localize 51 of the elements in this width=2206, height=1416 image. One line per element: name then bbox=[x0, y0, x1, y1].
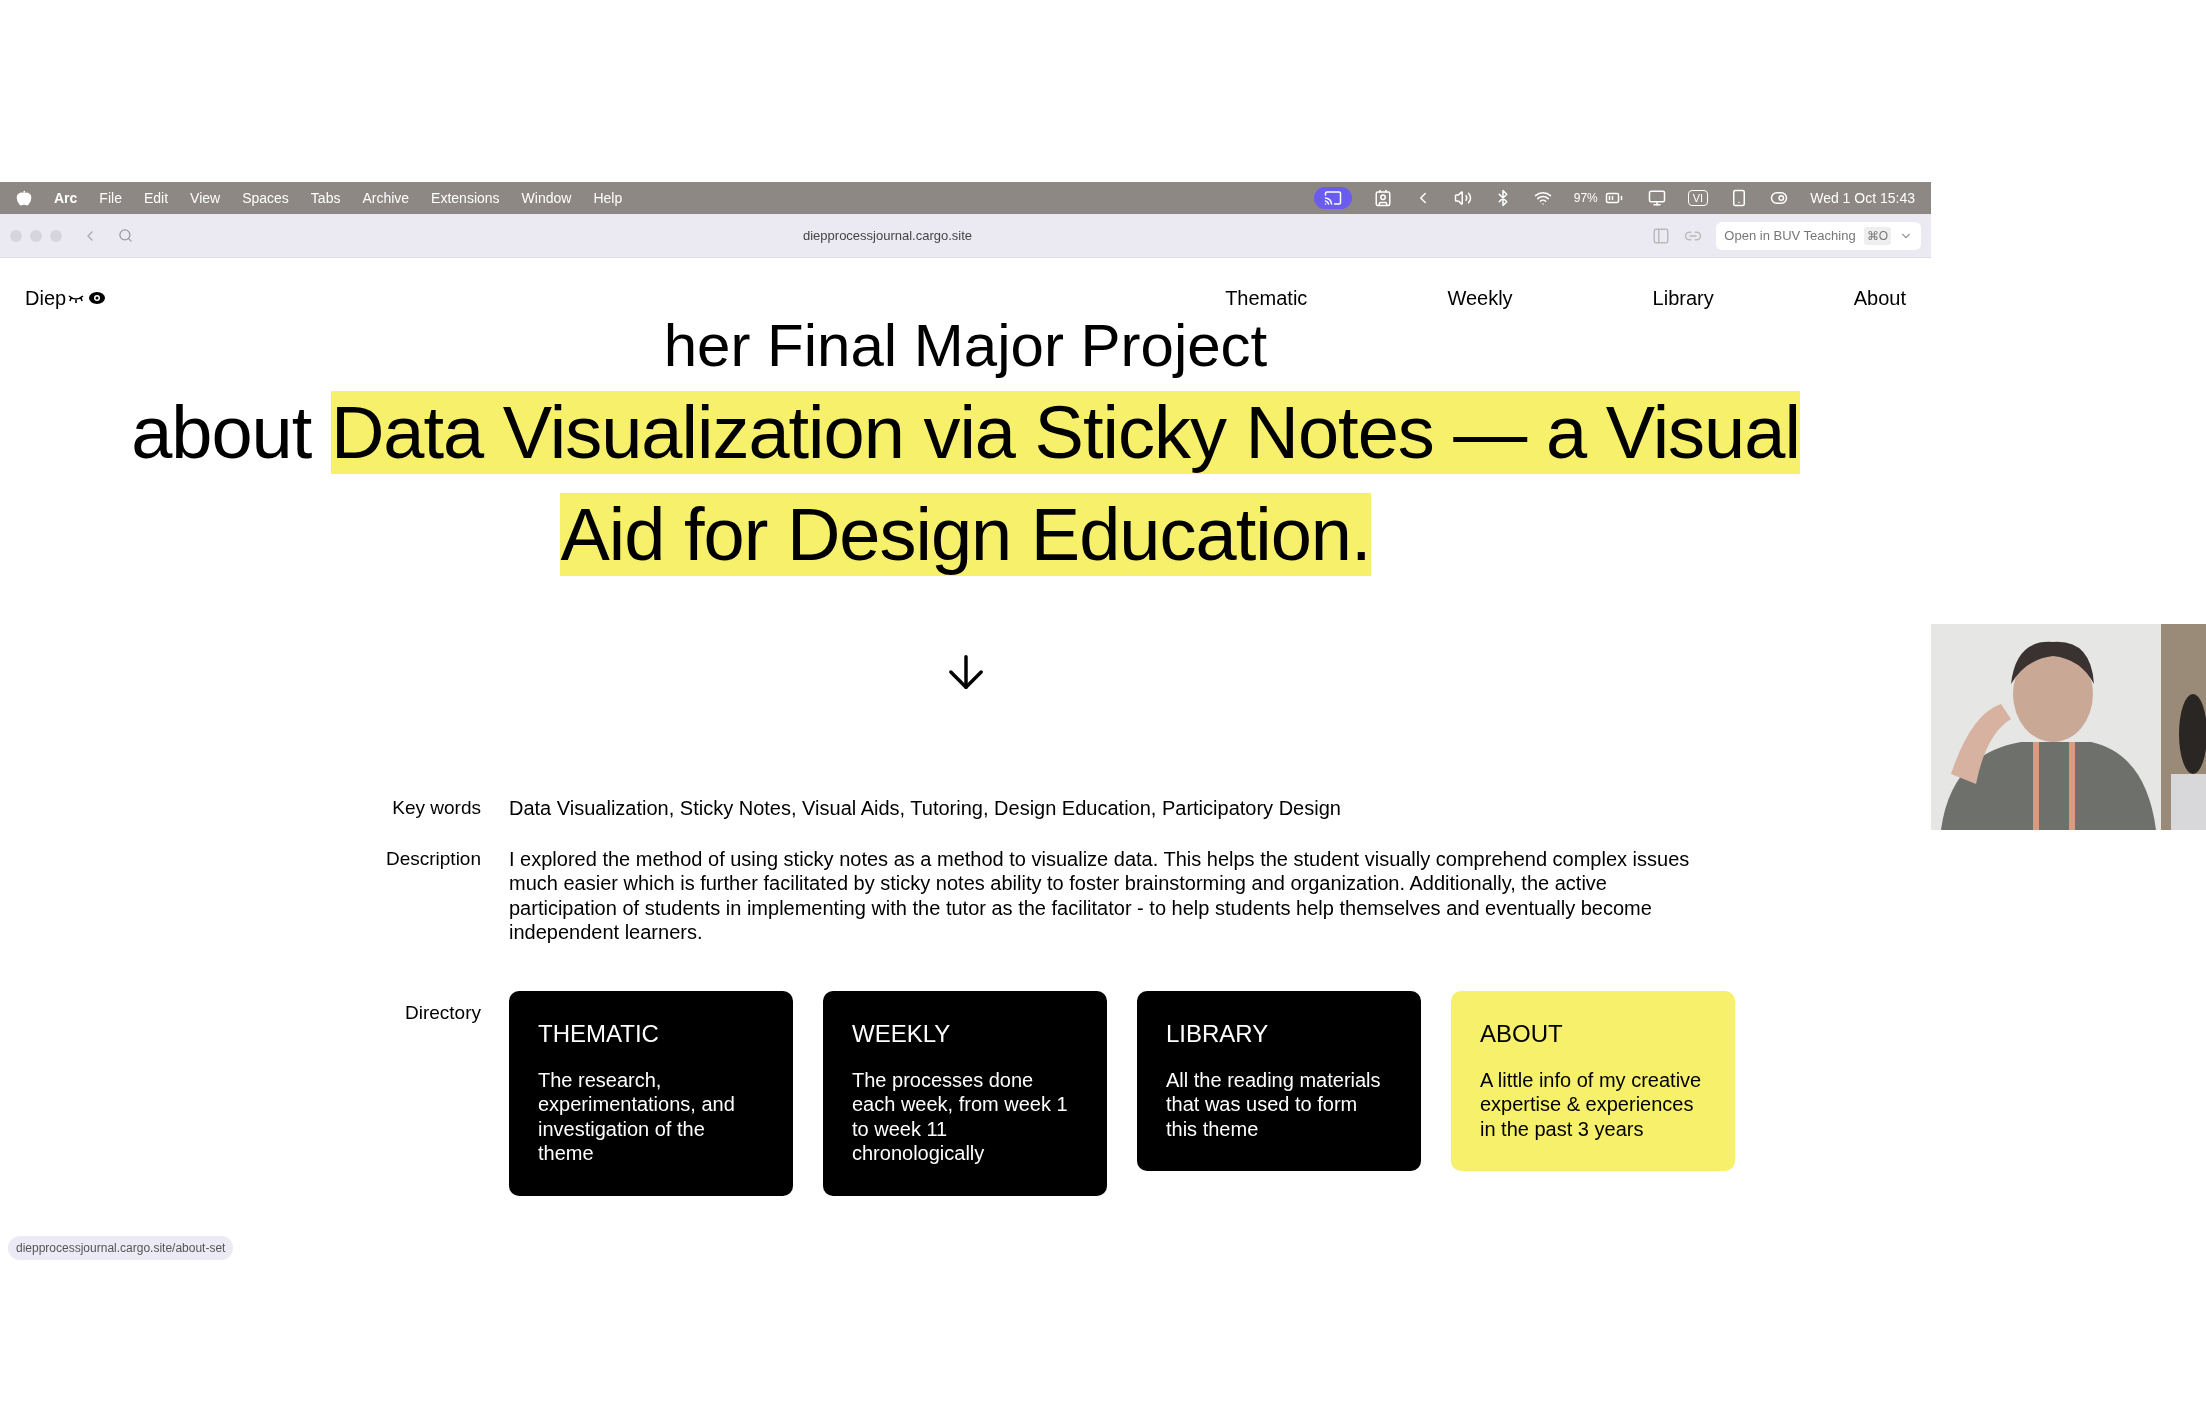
field-label: Description bbox=[384, 846, 481, 871]
search-icon[interactable] bbox=[118, 228, 133, 243]
menu-item[interactable]: Window bbox=[521, 187, 572, 209]
menu-item[interactable]: File bbox=[99, 187, 122, 209]
directory-card[interactable]: LIBRARY All the reading materials that was used to form this theme bbox=[1137, 990, 1421, 1171]
nav-link[interactable]: Weekly bbox=[1447, 283, 1513, 313]
link-preview-url: diepprocessjournal.cargo.site/about-set bbox=[8, 1236, 234, 1260]
card-title: WEEKLY bbox=[852, 1018, 952, 1049]
open-in-label: Open in BUV Teaching bbox=[1724, 226, 1856, 245]
screen-share-status[interactable] bbox=[1313, 187, 1352, 209]
menu-item[interactable]: View bbox=[190, 187, 221, 209]
screen-share-icon bbox=[1323, 189, 1342, 207]
nav-link[interactable]: Library bbox=[1652, 283, 1714, 313]
site-logo[interactable]: Diep bbox=[25, 283, 67, 313]
control-center-icon[interactable] bbox=[1770, 189, 1789, 207]
card-title: ABOUT bbox=[1480, 1018, 1564, 1049]
directory-card[interactable]: WEEKLY The processes done each week, from week 1 to week 11 chronologically bbox=[823, 990, 1107, 1196]
open-in-space-button[interactable]: Open in BUV Teaching ⌘O bbox=[1716, 221, 1921, 250]
directory-card[interactable]: ABOUT A little info of my creative expertise & experiences in the past 3 years bbox=[1451, 990, 1735, 1171]
nav-link[interactable]: Thematic bbox=[1225, 283, 1308, 313]
battery-percentage: 97% bbox=[1573, 190, 1598, 207]
eye-logo-icon bbox=[68, 290, 107, 306]
menu-item[interactable]: Tabs bbox=[310, 187, 341, 209]
field-label: Key words bbox=[391, 796, 481, 820]
input-method-indicator[interactable]: VI bbox=[1687, 190, 1709, 206]
contact-card-icon[interactable] bbox=[1373, 189, 1392, 207]
directory-card[interactable]: THEMATIC The research, experimentations, and investigation of the theme bbox=[509, 990, 793, 1196]
field-label: Directory bbox=[404, 1000, 481, 1025]
card-text: All the reading materials that was used to form this theme bbox=[1166, 1067, 1382, 1141]
nav-link[interactable]: About bbox=[1853, 283, 1906, 313]
card-title: LIBRARY bbox=[1166, 1018, 1270, 1049]
app-menu[interactable]: Arc bbox=[54, 187, 78, 209]
field-value: I explored the method of using sticky notes as a method to visualize data. This helps the student visually comprehend complex issues much easier which is further facilitated by sticky notes ability to foster brainstorming and organization. Additionally, the active participation of students in implementing with the tutor as the facilitator - to help students help themselves and eventually become independent learners. bbox=[509, 846, 1691, 945]
card-text: The research, experimentations, and investigation of the theme bbox=[538, 1067, 736, 1166]
display-icon[interactable] bbox=[1647, 189, 1666, 207]
headline-line: her Final Major Project bbox=[663, 316, 1268, 376]
card-text: The processes done each week, from week 1 to week 11 chronologically bbox=[852, 1067, 1069, 1166]
wifi-icon[interactable] bbox=[1533, 189, 1552, 207]
menu-bar-clock[interactable]: Wed 1 Oct 15:43 bbox=[1810, 187, 1915, 209]
card-text: A little info of my creative expertise & experiences in the past 3 years bbox=[1480, 1067, 1703, 1141]
address-bar-url[interactable]: diepprocessjournal.cargo.site bbox=[803, 225, 973, 246]
menu-item[interactable]: Edit bbox=[143, 187, 169, 209]
menu-item[interactable]: Help bbox=[593, 187, 623, 209]
volume-icon[interactable] bbox=[1453, 189, 1472, 207]
menu-item[interactable]: Spaces bbox=[242, 187, 289, 209]
shortcut-key: ⌘O bbox=[1863, 226, 1891, 245]
card-title: THEMATIC bbox=[538, 1018, 660, 1049]
field-value: Data Visualization, Sticky Notes, Visual Aids, Tutoring, Design Education, Participatory Design bbox=[509, 796, 1342, 821]
apple-menu-icon[interactable] bbox=[16, 190, 32, 206]
menu-item[interactable]: Archive bbox=[362, 187, 410, 209]
menu-item[interactable]: Extensions bbox=[431, 187, 500, 209]
